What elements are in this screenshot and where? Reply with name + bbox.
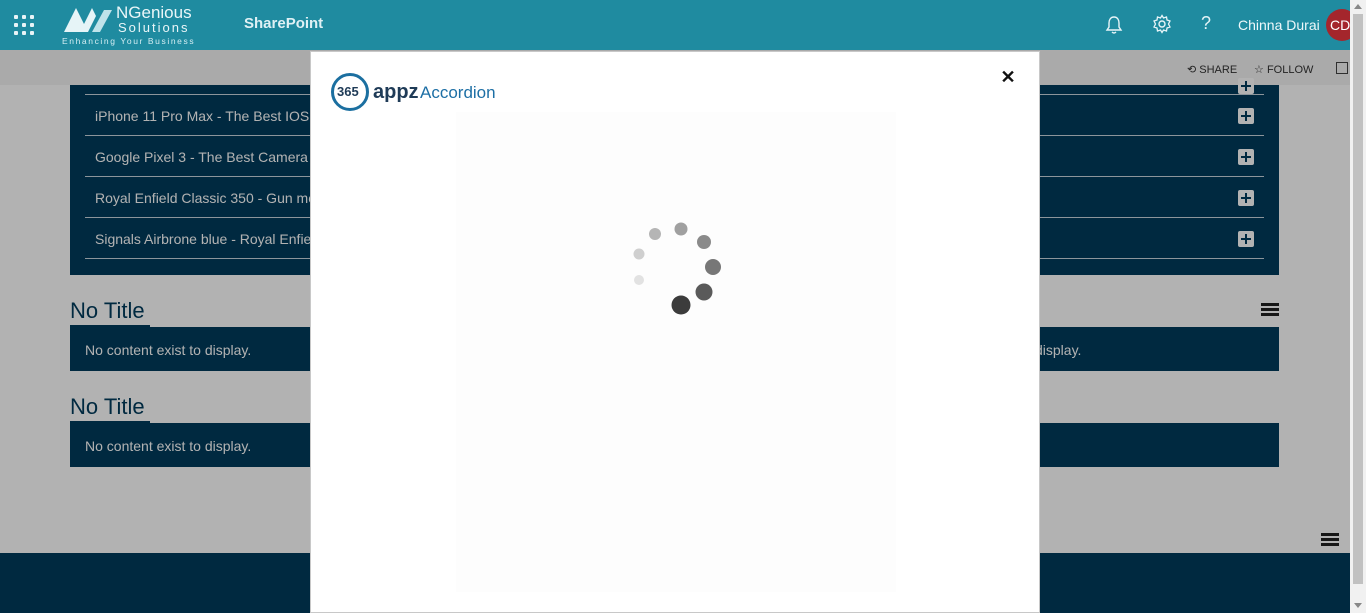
scroll-up-icon[interactable]	[1354, 4, 1362, 9]
close-button[interactable]: ✕	[998, 67, 1018, 87]
app-launcher-icon[interactable]	[14, 15, 34, 35]
app-title[interactable]: SharePoint	[244, 15, 323, 32]
bell-icon[interactable]	[1105, 15, 1123, 35]
logo-tagline: Enhancing Your Business	[62, 36, 196, 46]
gear-icon[interactable]	[1152, 14, 1172, 34]
logo-product-name: Accordion	[420, 83, 496, 102]
logo-appz: appz	[373, 81, 419, 103]
company-logo[interactable]: NGenious Solutions Enhancing Your Busine…	[62, 4, 207, 46]
help-icon[interactable]: ?	[1201, 13, 1211, 34]
product-logo: 365 appz Accordion	[331, 73, 531, 113]
suite-bar: NGenious Solutions Enhancing Your Busine…	[0, 0, 1366, 50]
scroll-thumb[interactable]	[1353, 14, 1363, 584]
logo-365: 365	[337, 84, 359, 99]
logo-name: NGenious	[116, 3, 192, 22]
logo-name-second: Solutions	[118, 20, 190, 35]
logo-mark-icon	[64, 8, 112, 32]
loading-spinner-icon	[633, 222, 721, 315]
scroll-down-icon[interactable]	[1354, 603, 1362, 608]
modal-body	[456, 112, 896, 592]
accordion-modal: 365 appz Accordion ✕	[310, 51, 1040, 613]
scrollbar[interactable]	[1350, 0, 1366, 613]
user-name[interactable]: Chinna Durai	[1238, 17, 1320, 33]
